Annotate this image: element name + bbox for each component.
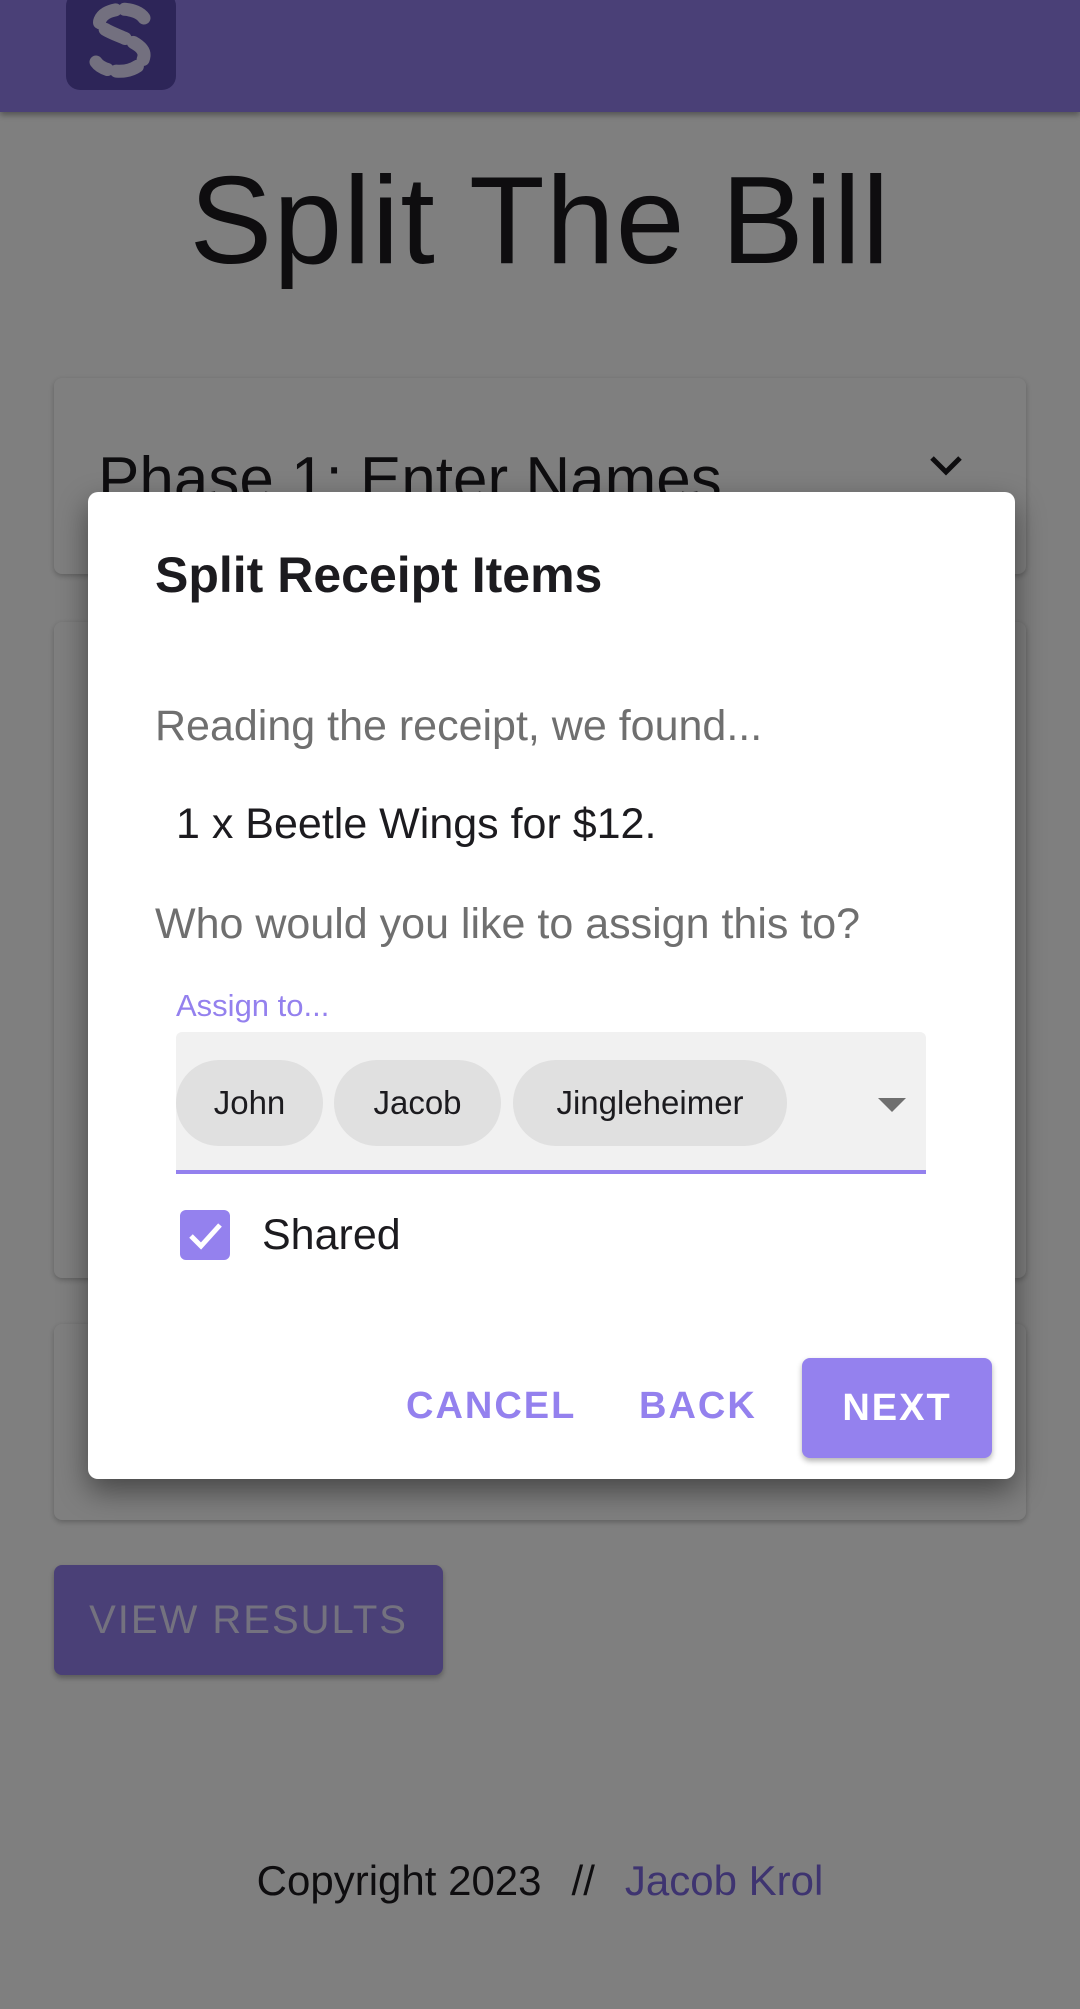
checkmark-icon xyxy=(189,1223,222,1250)
assignee-chip[interactable]: Jacob xyxy=(334,1060,501,1146)
receipt-item-text: 1 x Beetle Wings for $12. xyxy=(176,800,657,848)
split-receipt-dialog: Split Receipt Items Reading the receipt,… xyxy=(88,492,1015,1479)
dialog-intro-text: Reading the receipt, we found... xyxy=(155,702,763,750)
shared-checkbox[interactable] xyxy=(180,1210,230,1260)
cancel-button[interactable]: CANCEL xyxy=(406,1385,576,1428)
dropdown-arrow-icon[interactable] xyxy=(878,1098,906,1112)
assignee-chip[interactable]: Jingleheimer xyxy=(513,1060,787,1146)
dialog-question-text: Who would you like to assign this to? xyxy=(155,900,861,948)
assign-to-select[interactable]: John Jacob Jingleheimer xyxy=(176,1032,926,1174)
assignee-chip[interactable]: John xyxy=(176,1060,323,1146)
shared-label[interactable]: Shared xyxy=(262,1210,401,1260)
dialog-title: Split Receipt Items xyxy=(155,547,603,603)
back-button[interactable]: BACK xyxy=(639,1385,757,1428)
assign-to-label: Assign to... xyxy=(176,988,330,1023)
next-button[interactable]: NEXT xyxy=(802,1358,992,1458)
